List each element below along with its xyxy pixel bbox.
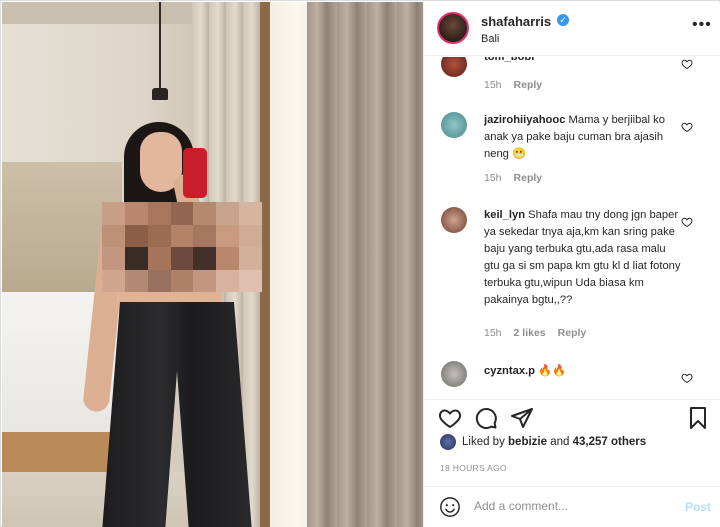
post-location[interactable]: Bali [481, 33, 499, 45]
comments-list[interactable]: tom_bobr 15h Reply jazirohiiyahooc Mama y… [424, 57, 720, 399]
post-side-panel: shafaharris ✓ Bali ••• tom_bobr 15h Reply [423, 2, 720, 527]
post-button[interactable]: Post [685, 500, 711, 514]
red-phone [183, 148, 207, 198]
comment-time[interactable]: 15h [484, 172, 502, 184]
post-photo[interactable] [2, 2, 423, 527]
more-options-icon[interactable]: ••• [692, 16, 712, 34]
comment-input[interactable] [474, 499, 664, 513]
comment-time[interactable]: 15h [484, 79, 502, 91]
share-icon[interactable] [510, 406, 534, 430]
reply-button[interactable]: Reply [514, 172, 543, 184]
comment-avatar[interactable] [441, 361, 467, 387]
reply-button[interactable]: Reply [514, 79, 543, 91]
comment-likes[interactable]: 2 likes [514, 327, 546, 339]
comment-meta: 15h Reply [484, 79, 554, 91]
comment-avatar[interactable] [441, 57, 467, 77]
photo-ceiling [2, 2, 202, 24]
author-username[interactable]: shafaharris [481, 14, 551, 29]
emoji-icon[interactable] [439, 496, 461, 518]
pendant-lamp [152, 88, 168, 100]
comment-time[interactable]: 15h [484, 327, 502, 339]
comment-text: jazirohiiyahooc Mama y berjiibal ko anak… [484, 112, 684, 163]
comment-username[interactable]: cyzntax.p [484, 365, 535, 377]
curtain-right [307, 2, 423, 527]
heart-icon[interactable] [681, 372, 693, 384]
likes-middle: and [547, 436, 573, 448]
post-actions [424, 399, 720, 434]
comment-meta: 15h 2 likes Reply [484, 327, 598, 339]
comment-composer: Post [424, 486, 720, 527]
post-dialog: shafaharris ✓ Bali ••• tom_bobr 15h Reply [0, 0, 720, 527]
heart-icon[interactable] [681, 58, 693, 70]
liker-username[interactable]: bebizie [508, 436, 547, 448]
heart-icon[interactable] [438, 406, 462, 430]
comment-icon[interactable] [474, 406, 498, 430]
bookmark-icon[interactable] [686, 406, 710, 430]
comment-username[interactable]: jazirohiiyahooc [484, 114, 565, 126]
comment-username[interactable]: keil_lyn [484, 209, 525, 221]
comment-avatar[interactable] [441, 207, 467, 233]
comment-text: tom_bobr [484, 57, 684, 66]
author-avatar[interactable] [437, 12, 469, 44]
comment-avatar[interactable] [441, 112, 467, 138]
verified-badge-icon: ✓ [557, 14, 569, 26]
pixelation-censor [102, 202, 262, 292]
comment-body: 🔥🔥 [538, 365, 566, 377]
comment-username[interactable]: tom_bobr [484, 57, 536, 63]
comment-text: cyzntax.p 🔥🔥 [484, 363, 684, 380]
post-timestamp[interactable]: 18 HOURS AGO [440, 463, 507, 473]
comment-text: keil_lyn Shafa mau tny dong jgn baper ya… [484, 207, 684, 309]
pendant-lamp-cord [159, 2, 161, 98]
likes-summary: Liked by bebizie and 43,257 others [462, 436, 646, 448]
post-header: shafaharris ✓ Bali ••• [424, 2, 720, 56]
likes-count[interactable]: 43,257 others [573, 436, 647, 448]
comment-body: Shafa mau tny dong jgn baper ya sekedar … [484, 209, 681, 306]
likes-prefix: Liked by [462, 436, 509, 448]
reply-button[interactable]: Reply [558, 327, 587, 339]
comment-meta: 15h Reply [484, 172, 554, 184]
liker-avatar[interactable] [440, 434, 456, 450]
heart-icon[interactable] [681, 216, 693, 228]
heart-icon[interactable] [681, 121, 693, 133]
